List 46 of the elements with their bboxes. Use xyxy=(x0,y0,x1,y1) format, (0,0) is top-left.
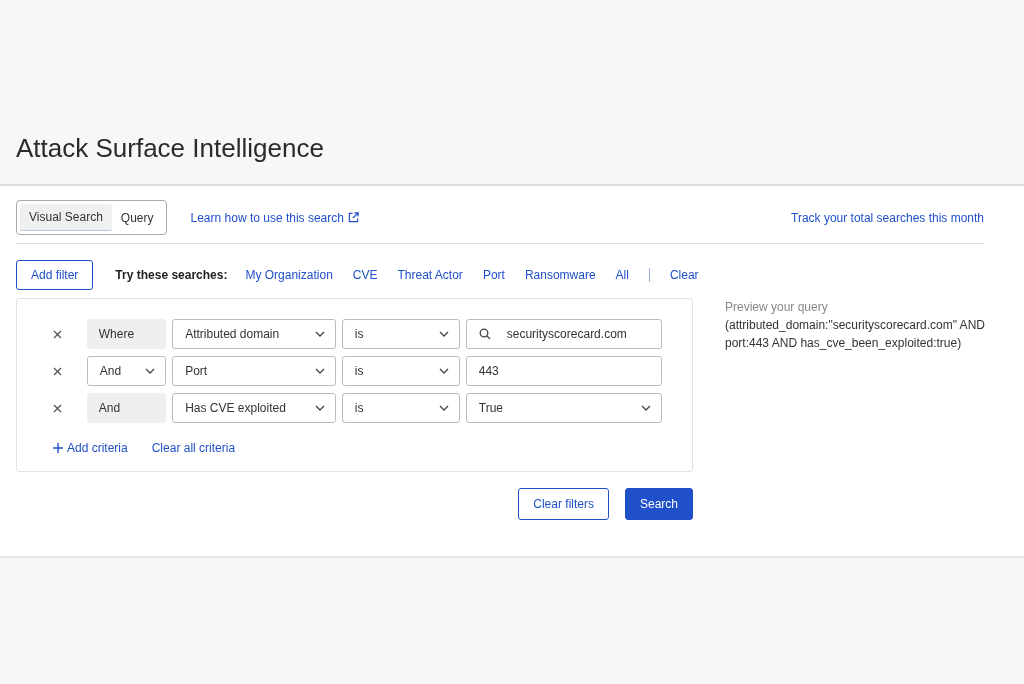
chevron-icon xyxy=(438,331,449,337)
preview-label: Preview your query xyxy=(725,299,829,316)
suggestion-link[interactable]: Threat Actor xyxy=(397,266,463,284)
connector-label: Where xyxy=(86,319,167,349)
chevron-icon xyxy=(314,331,325,337)
search-icon xyxy=(478,328,491,340)
close-icon[interactable] xyxy=(53,404,62,414)
operator-select[interactable]: is xyxy=(341,356,460,386)
mode-tab[interactable]: Visual Search xyxy=(20,204,112,231)
plus-icon xyxy=(53,443,63,453)
field-select[interactable]: Port xyxy=(172,356,336,386)
track-searches-link[interactable]: Track your total searches this month xyxy=(791,208,984,227)
clear-all-criteria-link[interactable]: Clear all criteria xyxy=(151,439,236,457)
add-filter-button[interactable]: Add filter xyxy=(16,260,94,290)
search-field[interactable]: securityscorecard.com xyxy=(465,319,662,349)
clear-link[interactable]: Clear xyxy=(669,266,699,284)
close-icon[interactable] xyxy=(53,367,62,377)
chevron-icon xyxy=(314,368,325,374)
connector-select[interactable]: And xyxy=(86,356,167,386)
field-select[interactable]: Has CVE exploited xyxy=(172,393,336,423)
close-icon[interactable] xyxy=(53,330,62,340)
query-preview: (attributed_domain:"securityscorecard.com" AND port:443 AND has_cve_been_exploited:true) xyxy=(725,317,986,352)
connector-label: And xyxy=(86,393,167,423)
input-field[interactable]: 443 xyxy=(465,356,662,386)
suggestions-label: Try these searches: xyxy=(115,267,228,284)
suggestion-link[interactable]: Port xyxy=(482,266,505,284)
add-criteria-link[interactable]: Add criteria xyxy=(53,439,128,457)
external-link-icon xyxy=(347,212,359,223)
chevron-icon xyxy=(145,368,156,374)
clear-filters-button[interactable]: Clear filters xyxy=(518,488,609,520)
chevron-icon xyxy=(438,405,449,411)
field-select[interactable]: Attributed domain xyxy=(172,319,336,349)
suggestion-link[interactable]: Ransomware xyxy=(524,266,596,284)
chevron-icon xyxy=(438,368,449,374)
help-link[interactable]: Learn how to use this search xyxy=(190,208,359,227)
suggestion-link[interactable]: All xyxy=(615,266,629,284)
page-title: Attack Surface Intelligence xyxy=(16,132,324,164)
suggestion-link[interactable]: My Organization xyxy=(245,266,333,284)
operator-select[interactable]: is xyxy=(341,319,460,349)
chevron-icon xyxy=(314,405,325,411)
chevron-icon xyxy=(641,405,651,411)
operator-select[interactable]: is xyxy=(341,393,460,423)
search-button[interactable]: Search xyxy=(624,488,693,520)
value-select[interactable]: True xyxy=(465,393,662,423)
suggestion-link[interactable]: CVE xyxy=(352,266,378,284)
mode-tab[interactable]: Query xyxy=(111,204,163,231)
